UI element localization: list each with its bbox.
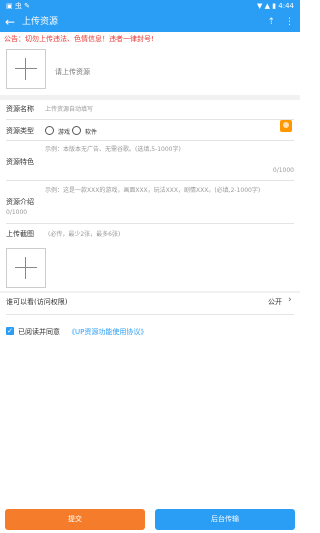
status-bar: ▣ 虫 ✎ ▼ ▲ ▮ 4:44 — [0, 0, 300, 12]
agreement-checkbox[interactable]: ✓ — [6, 327, 14, 335]
feature-counter: 0/1000 — [272, 167, 294, 174]
app-bar: ← 上传资源 ⇡ ⋮ — [0, 12, 300, 32]
software-radio-label: 软件 — [85, 129, 98, 136]
resource-type-label: 资源类型 — [6, 127, 34, 135]
divider — [6, 119, 294, 120]
back-arrow-icon[interactable]: ← — [5, 14, 15, 30]
section-divider — [0, 291, 300, 293]
divider — [6, 180, 294, 181]
app-avatar-icon — [280, 120, 292, 132]
resource-feature-label: 资源特色 — [6, 158, 34, 166]
background-transfer-button[interactable]: 后台传输 — [155, 509, 295, 530]
upload-resource-button[interactable] — [6, 49, 46, 89]
chevron-right-icon: › — [288, 295, 292, 305]
more-icon[interactable]: ⋮ — [285, 17, 294, 27]
intro-counter: 0/1000 — [6, 209, 28, 216]
section-divider — [0, 95, 300, 100]
divider — [6, 314, 294, 315]
game-radio-label: 游戏 — [58, 129, 71, 136]
upload-arrow-icon[interactable]: ⇡ — [267, 17, 275, 27]
divider — [6, 223, 294, 224]
upload-placeholder: 请上传资源 — [55, 68, 90, 76]
resource-name-input[interactable]: 上传资源自动填写 — [45, 104, 93, 113]
divider — [6, 140, 294, 141]
appbar-actions: ⇡ ⋮ — [257, 16, 294, 28]
agreement-label: 已阅读并同意 — [18, 328, 60, 336]
status-icons-left: ▣ 虫 ✎ — [6, 2, 30, 10]
resource-intro-label: 资源介绍 — [6, 198, 34, 206]
software-radio[interactable] — [72, 126, 81, 135]
visibility-label: 谁可以看(访问权限) — [6, 298, 68, 306]
notice-banner: 公告：切勿上传违法、色情信息！违者一律封号! — [4, 35, 154, 43]
resource-intro-input[interactable]: 示例：这是一款XXX的游戏，画面XXX，玩法XXX，剧情XXX。(必填,2-10… — [45, 185, 260, 194]
agreement-link[interactable]: 《UP资源功能使用协议》 — [68, 327, 147, 337]
submit-button[interactable]: 提交 — [5, 509, 145, 530]
status-icons-right: ▼ ▲ ▮ 4:44 — [256, 2, 294, 10]
screenshot-hint: (必传，最少2张，最多6张) — [48, 231, 121, 238]
page-title: 上传资源 — [22, 17, 59, 27]
game-radio[interactable] — [45, 126, 54, 135]
resource-feature-input[interactable]: 示例：本版本无广告、无需谷歌。(选填,5-1000字) — [45, 144, 181, 153]
resource-name-label: 资源名称 — [6, 105, 34, 113]
upload-screenshot-button[interactable] — [6, 248, 46, 288]
visibility-value[interactable]: 公开 — [268, 297, 282, 307]
screenshot-label: 上传截图 — [6, 230, 34, 238]
